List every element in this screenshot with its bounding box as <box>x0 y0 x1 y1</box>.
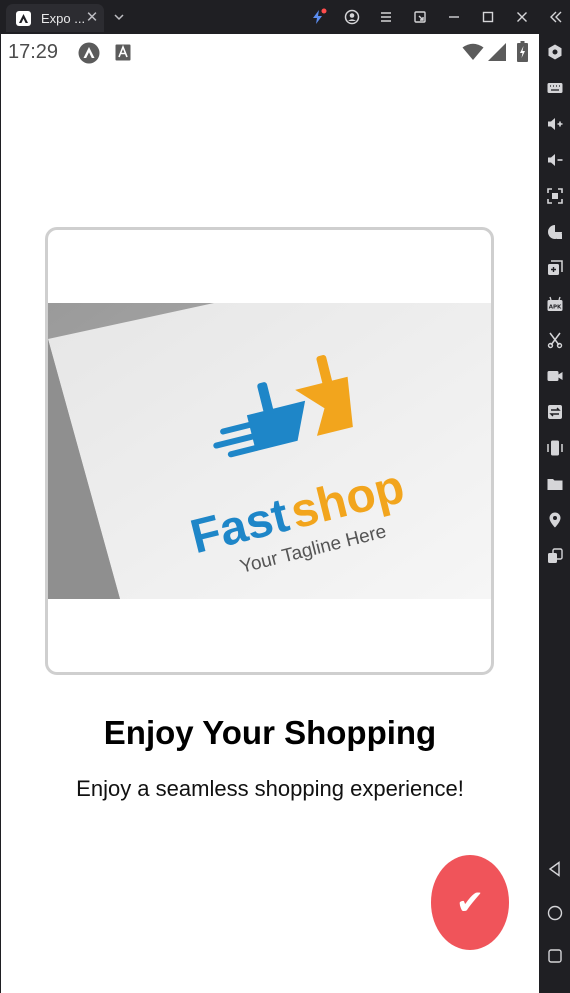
onboarding-image-card: Fast shop Your Tagline Here <box>45 227 494 675</box>
settings-hex-icon[interactable] <box>546 43 564 61</box>
phone-screen: 17:29 Fast shop Your Tagline Here Enjoy … <box>1 34 539 993</box>
screenshot-icon[interactable] <box>546 187 564 205</box>
maximize-icon[interactable] <box>479 8 497 26</box>
status-bar: 17:29 <box>1 34 539 70</box>
keyboard-icon[interactable] <box>546 79 564 97</box>
minimize-icon[interactable] <box>445 8 463 26</box>
onboarding-title: Enjoy Your Shopping <box>103 714 437 751</box>
check-icon: ✔ <box>455 884 485 922</box>
collapse-sidebar-icon[interactable] <box>547 8 565 26</box>
close-icon[interactable]: ✕ <box>84 10 100 26</box>
home-nav-icon[interactable] <box>546 904 564 922</box>
chevron-down-icon[interactable] <box>110 8 128 26</box>
close-icon[interactable] <box>513 8 531 26</box>
menu-icon[interactable] <box>377 8 395 26</box>
battery-icon <box>517 41 528 67</box>
shake-icon[interactable] <box>546 439 564 457</box>
text-a-icon <box>115 44 131 66</box>
done-button[interactable]: ✔ <box>431 855 509 950</box>
back-nav-icon[interactable] <box>546 860 564 878</box>
emulator-toolbar: APK <box>539 34 570 993</box>
window-export-icon[interactable] <box>411 8 429 26</box>
location-icon[interactable] <box>546 511 564 529</box>
onboarding-subtitle: Enjoy a seamless shopping experience! <box>76 776 464 801</box>
expo-go-icon <box>78 42 100 69</box>
multi-instance-icon[interactable] <box>546 547 564 565</box>
scissors-icon[interactable] <box>546 331 564 349</box>
recents-nav-icon[interactable] <box>546 947 564 965</box>
tab-title: Expo ... <box>41 11 86 26</box>
sync-icon[interactable] <box>546 403 564 421</box>
volume-up-icon[interactable] <box>546 115 564 133</box>
apk-install-icon[interactable]: APK <box>546 295 564 313</box>
lightning-icon[interactable] <box>309 8 327 26</box>
rotate-lock-icon[interactable] <box>546 223 564 241</box>
expo-app-icon <box>16 11 31 26</box>
record-video-icon[interactable] <box>546 367 564 385</box>
status-time: 17:29 <box>8 41 59 63</box>
wifi-icon <box>462 43 484 66</box>
svg-text:APK: APK <box>549 305 562 311</box>
fastshop-logo-image: Fast shop Your Tagline Here <box>48 303 491 599</box>
folder-icon[interactable] <box>546 475 564 493</box>
account-icon[interactable] <box>343 8 361 26</box>
emulator-title-bar: Expo ... ✕ <box>0 0 570 34</box>
app-tab[interactable]: Expo ... ✕ <box>6 4 104 32</box>
volume-down-icon[interactable] <box>546 151 564 169</box>
multi-window-icon[interactable] <box>546 259 564 277</box>
signal-icon <box>488 43 506 66</box>
